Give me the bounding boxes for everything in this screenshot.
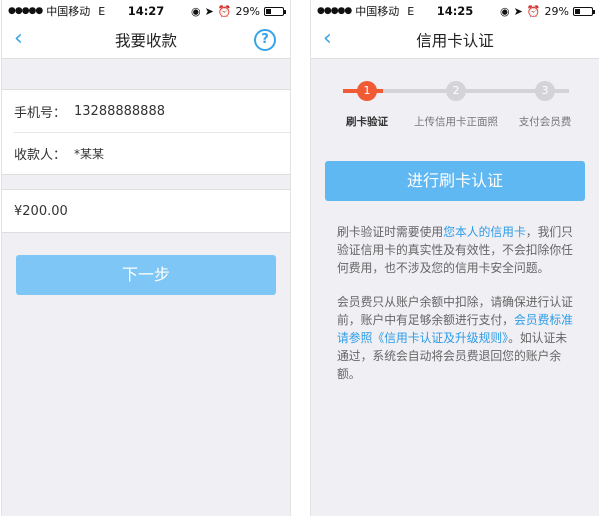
next-step-button[interactable]: 下一步 (16, 255, 276, 295)
chevron-left-icon[interactable]: ‹ (323, 28, 332, 50)
clock: 14:27 (127, 4, 165, 18)
battery-level-fill (575, 8, 580, 14)
phone-input[interactable]: 13288888888 (74, 104, 165, 119)
phone-row[interactable]: 手机号： 13288888888 (2, 90, 290, 132)
nav-bar: ‹ 我要收款 ? (2, 22, 290, 59)
battery-level-fill (266, 8, 271, 14)
payee-row: 收款人： *某某 (14, 132, 290, 174)
clock: 14:25 (436, 4, 474, 18)
screenshot-canvas: ●●●●● 中国移动 E 14:27 ◉ ➤ ⏰ 29% ‹ 我要收款 ? 手机… (0, 0, 599, 516)
screen-credit-card-verification: ●●●●● 中国移动 E 14:25 ◉ ➤ ⏰ 29% ‹ 信用卡认证 1 刷卡… (310, 0, 599, 516)
payee-form: 手机号： 13288888888 收款人： *某某 (2, 89, 290, 175)
status-bar: ●●●●● 中国移动 E 14:27 ◉ ➤ ⏰ 29% (2, 0, 290, 22)
verification-notice: 刷卡验证时需要使用您本人的信用卡，我们只验证信用卡的真实性及有效性，不会扣除你任… (311, 223, 599, 383)
page-title: 信用卡认证 (416, 32, 494, 50)
page-title: 我要收款 (114, 32, 177, 50)
amount-row[interactable]: ¥200.00 (2, 190, 290, 232)
payee-name: *某某 (74, 147, 105, 161)
own-card-link[interactable]: 您本人的信用卡 (443, 225, 526, 239)
nav-bar: ‹ 信用卡认证 (311, 22, 599, 59)
step-2-indicator: 2 (446, 81, 466, 101)
step-1-label: 刷卡验证 (346, 116, 388, 128)
progress-stepper: 1 刷卡验证 2 上传信用卡正面照 3 支付会员费 (311, 59, 599, 149)
battery-icon (264, 6, 286, 16)
status-bar: ●●●●● 中国移动 E 14:25 ◉ ➤ ⏰ 29% (311, 0, 599, 22)
step-1-indicator: 1 (357, 81, 377, 101)
question-mark-icon[interactable]: ? (254, 29, 276, 51)
amount-form: ¥200.00 (2, 189, 290, 233)
step-3-label: 支付会员费 (518, 116, 572, 128)
notice-paragraph-2: 会员费只从账户余额中扣除，请确保进行认证前，账户中有足够余额进行支付，会员费标准… (337, 293, 573, 383)
battery-icon (573, 6, 595, 16)
start-card-verification-button[interactable]: 进行刷卡认证 (325, 161, 585, 201)
step-2-label: 上传信用卡正面照 (414, 116, 498, 128)
notice-text: 刷卡验证时需要使用 (337, 225, 444, 239)
step-3-indicator: 3 (535, 81, 555, 101)
screen-receive-payment: ●●●●● 中国移动 E 14:27 ◉ ➤ ⏰ 29% ‹ 我要收款 ? 手机… (1, 0, 291, 516)
amount-input[interactable]: ¥200.00 (14, 204, 68, 219)
chevron-left-icon[interactable]: ‹ (14, 28, 23, 50)
payee-label: 收款人： (14, 148, 67, 163)
notice-paragraph-1: 刷卡验证时需要使用您本人的信用卡，我们只验证信用卡的真实性及有效性，不会扣除你任… (337, 223, 573, 277)
phone-label: 手机号： (14, 105, 67, 121)
action-area: 进行刷卡认证 (311, 149, 599, 201)
